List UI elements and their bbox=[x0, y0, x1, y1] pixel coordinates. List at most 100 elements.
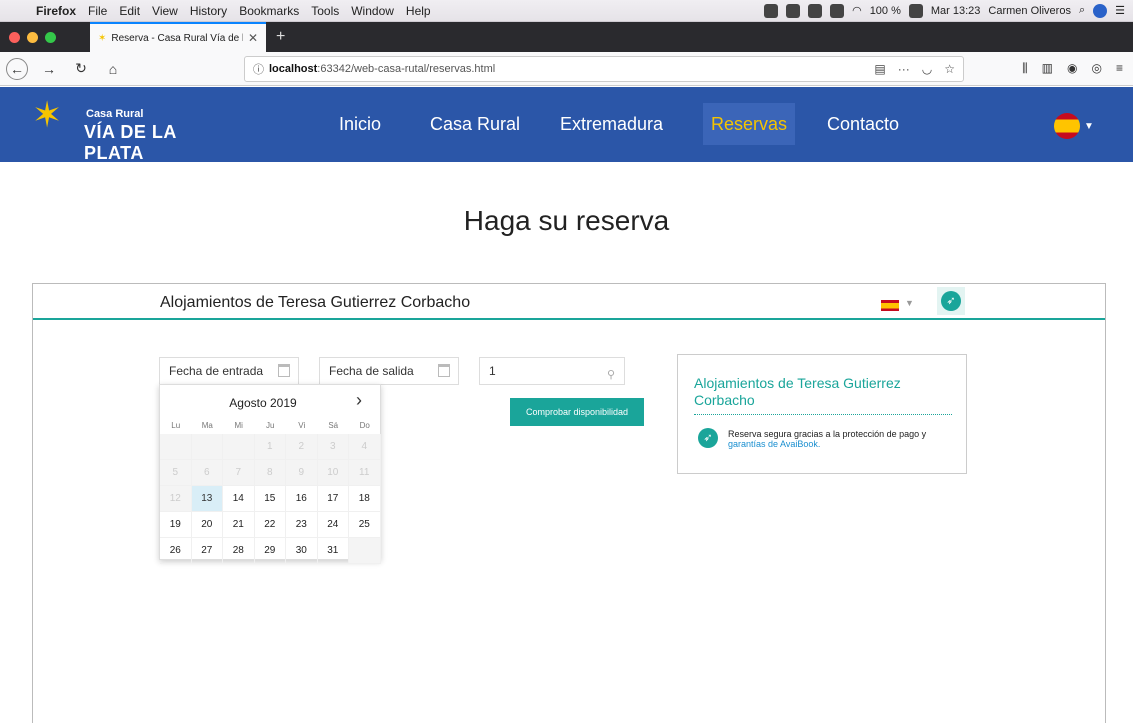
bookmark-star-icon[interactable]: ☆ bbox=[944, 62, 955, 76]
url-path: :63342/web-casa-rutal/reservas.html bbox=[317, 62, 496, 75]
menu-file[interactable]: File bbox=[82, 4, 113, 18]
hamburger-menu-icon[interactable]: ≡ bbox=[1116, 61, 1123, 76]
calendar-day[interactable]: 20 bbox=[191, 512, 223, 538]
user-name[interactable]: Carmen Oliveros bbox=[988, 5, 1071, 17]
page-title: Haga su reserva bbox=[463, 205, 670, 236]
calendar-day[interactable]: 14 bbox=[223, 486, 255, 512]
nav-inicio[interactable]: Inicio bbox=[331, 103, 389, 145]
tab-reserva[interactable]: ✶ Reserva - Casa Rural Vía de la ✕ bbox=[90, 22, 266, 52]
calendar-day[interactable]: 17 bbox=[317, 486, 349, 512]
widget-header: Alojamientos de Teresa Gutierrez Corbach… bbox=[33, 284, 1105, 320]
checkout-placeholder: Fecha de salida bbox=[329, 364, 414, 378]
sidebar-icon[interactable]: ▥ bbox=[1042, 61, 1053, 76]
weekday-label: Mi bbox=[234, 421, 243, 430]
calendar-day: 3 bbox=[317, 434, 349, 460]
site-logo[interactable]: ✶ Casa Rural VÍA DE LA PLATA bbox=[32, 95, 212, 164]
nav-reservas[interactable]: Reservas bbox=[703, 103, 796, 145]
notification-center-icon[interactable]: ☰ bbox=[1115, 4, 1125, 17]
calendar-day[interactable]: 13 bbox=[191, 486, 223, 512]
battery-icon[interactable] bbox=[908, 3, 923, 18]
calendar-day[interactable]: 27 bbox=[191, 538, 223, 564]
calendar-day: 10 bbox=[317, 460, 349, 486]
back-icon[interactable]: ← bbox=[6, 57, 28, 80]
rocket-icon: ➶ bbox=[698, 428, 718, 448]
menu-help[interactable]: Help bbox=[400, 4, 437, 18]
widget-title: Alojamientos de Teresa Gutierrez Corbach… bbox=[160, 294, 471, 311]
upload-icon[interactable] bbox=[808, 3, 823, 18]
person-icon: ⚲ bbox=[606, 369, 615, 381]
account-icon[interactable]: ◎ bbox=[1092, 61, 1102, 76]
pocket-icon[interactable]: ◡ bbox=[922, 62, 932, 76]
chevron-right-icon[interactable]: › bbox=[356, 390, 362, 411]
calendar-day[interactable]: 25 bbox=[349, 512, 381, 538]
nav-contacto[interactable]: Contacto bbox=[819, 103, 907, 145]
clock[interactable]: Mar 13:23 bbox=[931, 5, 981, 17]
menu-window[interactable]: Window bbox=[345, 4, 400, 18]
calendar-day[interactable]: 29 bbox=[254, 538, 286, 564]
siri-icon[interactable] bbox=[1093, 3, 1108, 18]
calendar-day[interactable]: 24 bbox=[317, 512, 349, 538]
minimize-window-icon[interactable] bbox=[27, 31, 38, 43]
calendar-day[interactable]: 19 bbox=[160, 512, 192, 538]
avaibook-link[interactable]: garantías de AvaiBook. bbox=[728, 439, 820, 449]
reload-icon[interactable]: ↻ bbox=[70, 60, 92, 77]
language-selector[interactable]: ▼ bbox=[1054, 113, 1094, 139]
check-availability-button[interactable]: Comprobar disponibilidad bbox=[510, 398, 644, 426]
weekday-label: Ma bbox=[201, 421, 213, 430]
checkout-field[interactable]: Fecha de salida bbox=[319, 357, 459, 385]
calendar-day[interactable]: 21 bbox=[223, 512, 255, 538]
spotlight-icon[interactable]: ⌕ bbox=[1079, 4, 1085, 17]
screen-icon[interactable] bbox=[764, 3, 779, 18]
new-tab-icon[interactable]: + bbox=[266, 28, 285, 46]
forward-icon[interactable]: → bbox=[38, 61, 60, 77]
library-icon[interactable]: ⫼ bbox=[1022, 61, 1028, 76]
tab-strip: ✶ Reserva - Casa Rural Vía de la ✕ + bbox=[0, 22, 1133, 52]
guests-field[interactable]: 1 ⚲ bbox=[479, 357, 625, 385]
calendar-icon bbox=[278, 364, 290, 377]
checkin-field[interactable]: Fecha de entrada bbox=[159, 357, 299, 385]
browser-navbar: ← → ↻ ⌂ ⓘ localhost:63342/web-casa-rutal… bbox=[0, 52, 1133, 86]
calendar-day: 9 bbox=[286, 460, 318, 486]
page-actions-icon[interactable]: ··· bbox=[898, 62, 910, 76]
record-icon[interactable] bbox=[786, 3, 801, 18]
close-tab-icon[interactable]: ✕ bbox=[248, 31, 258, 45]
calendar-day[interactable]: 28 bbox=[223, 538, 255, 564]
wifi-icon[interactable]: ◠ bbox=[852, 4, 862, 17]
menu-bookmarks[interactable]: Bookmarks bbox=[233, 4, 305, 18]
menu-history[interactable]: History bbox=[184, 4, 233, 18]
menu-tools[interactable]: Tools bbox=[305, 4, 345, 18]
home-icon[interactable]: ⌂ bbox=[102, 61, 124, 77]
info-icon[interactable]: ⓘ bbox=[253, 61, 264, 77]
calendar-day[interactable]: 23 bbox=[286, 512, 318, 538]
calendar-day[interactable]: 22 bbox=[254, 512, 286, 538]
info-text-main: Reserva segura gracias a la protección d… bbox=[728, 429, 927, 439]
calendar-day[interactable]: 31 bbox=[317, 538, 349, 564]
site-header: ✶ Casa Rural VÍA DE LA PLATA Inicio Casa… bbox=[0, 87, 1133, 164]
bluetooth-icon[interactable] bbox=[830, 3, 845, 18]
close-window-icon[interactable] bbox=[9, 31, 20, 43]
calendar-day[interactable]: 30 bbox=[286, 538, 318, 564]
avaibook-button[interactable]: ➶ bbox=[937, 287, 965, 315]
nav-casa-rural[interactable]: Casa Rural bbox=[422, 103, 528, 145]
calendar-icon bbox=[438, 364, 450, 377]
nav-extremadura[interactable]: Extremadura bbox=[552, 103, 671, 145]
calendar-day: 7 bbox=[223, 460, 255, 486]
calendar-day[interactable]: 26 bbox=[160, 538, 192, 564]
menu-app[interactable]: Firefox bbox=[30, 4, 82, 18]
menu-view[interactable]: View bbox=[146, 4, 184, 18]
widget-caret-icon[interactable]: ▼ bbox=[905, 298, 914, 308]
booking-widget: Alojamientos de Teresa Gutierrez Corbach… bbox=[32, 283, 1106, 723]
zoom-window-icon[interactable] bbox=[45, 31, 56, 43]
menu-edit[interactable]: Edit bbox=[113, 4, 146, 18]
calendar-day[interactable]: 16 bbox=[286, 486, 318, 512]
calendar-day[interactable]: 15 bbox=[254, 486, 286, 512]
reader-view-icon[interactable]: ▤ bbox=[874, 62, 885, 76]
logo-line2: VÍA DE LA PLATA bbox=[84, 122, 177, 163]
guests-value: 1 bbox=[489, 364, 496, 378]
widget-flag-icon[interactable] bbox=[881, 300, 899, 311]
url-bar[interactable]: ⓘ localhost:63342/web-casa-rutal/reserva… bbox=[244, 55, 964, 82]
calendar-day[interactable]: 18 bbox=[349, 486, 381, 512]
extension-icon[interactable]: ◉ bbox=[1067, 61, 1077, 76]
info-box: Alojamientos de Teresa Gutierrez Corbach… bbox=[677, 354, 967, 474]
weekday-label: Vi bbox=[298, 421, 306, 430]
